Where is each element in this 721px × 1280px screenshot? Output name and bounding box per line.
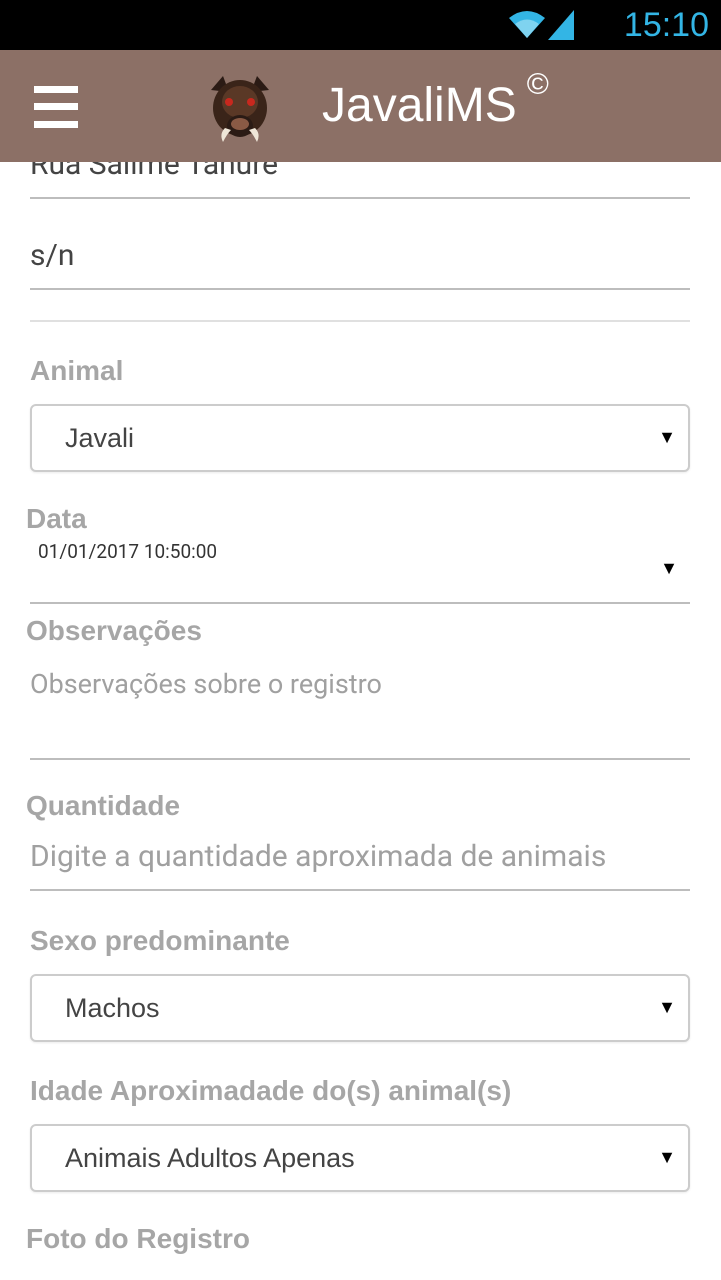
age-select[interactable]: Animais Adultos Apenas ▼ bbox=[30, 1124, 690, 1192]
animal-select[interactable]: Javali ▼ bbox=[30, 404, 690, 472]
dropdown-caret-icon: ▼ bbox=[658, 1147, 676, 1168]
animal-label: Animal bbox=[30, 355, 124, 386]
number-value: s/n bbox=[30, 238, 75, 273]
date-field[interactable]: 01/01/2017 10:50:00 ▼ bbox=[30, 538, 690, 604]
app-title-text: JavaliMS bbox=[322, 79, 517, 132]
notes-field[interactable]: Observações sobre o registro bbox=[30, 662, 690, 760]
animal-selected: Javali bbox=[65, 423, 135, 453]
wifi-icon bbox=[509, 11, 545, 38]
sex-selected: Machos bbox=[65, 993, 160, 1023]
boar-logo bbox=[211, 76, 269, 142]
photo-label: Foto do Registro bbox=[26, 1223, 250, 1254]
copyright-symbol: © bbox=[526, 68, 549, 101]
date-label: Data bbox=[26, 503, 87, 534]
sex-label: Sexo predominante bbox=[30, 925, 290, 956]
quantity-label: Quantidade bbox=[26, 790, 181, 821]
quantity-placeholder: Digite a quantidade aproximada de animai… bbox=[30, 839, 607, 874]
age-selected: Animais Adultos Apenas bbox=[65, 1143, 355, 1173]
sex-select[interactable]: Machos ▼ bbox=[30, 974, 690, 1042]
dropdown-caret-icon: ▼ bbox=[658, 427, 676, 448]
age-label: Idade Aproximadade do(s) animal(s) bbox=[30, 1075, 512, 1106]
date-value: 01/01/2017 10:50:00 bbox=[38, 540, 218, 563]
signal-icon bbox=[548, 10, 574, 40]
notes-label: Observações bbox=[26, 615, 202, 646]
number-field[interactable]: s/n bbox=[30, 230, 690, 290]
dropdown-caret-icon: ▼ bbox=[660, 558, 678, 579]
app-bar: JavaliMS © bbox=[0, 50, 721, 162]
dropdown-caret-icon: ▼ bbox=[658, 997, 676, 1018]
clock: 15:10 bbox=[623, 6, 709, 44]
hamburger-menu-icon[interactable] bbox=[34, 86, 78, 128]
complement-field[interactable] bbox=[30, 290, 690, 322]
app-title: JavaliMS © bbox=[322, 68, 549, 133]
quantity-field[interactable]: Digite a quantidade aproximada de animai… bbox=[30, 835, 690, 891]
notes-placeholder: Observações sobre o registro bbox=[30, 668, 382, 700]
form-content[interactable]: Rua Salime Tahure s/n Animal Javali ▼ Da… bbox=[0, 50, 721, 1280]
status-bar: 15:10 bbox=[0, 0, 721, 50]
